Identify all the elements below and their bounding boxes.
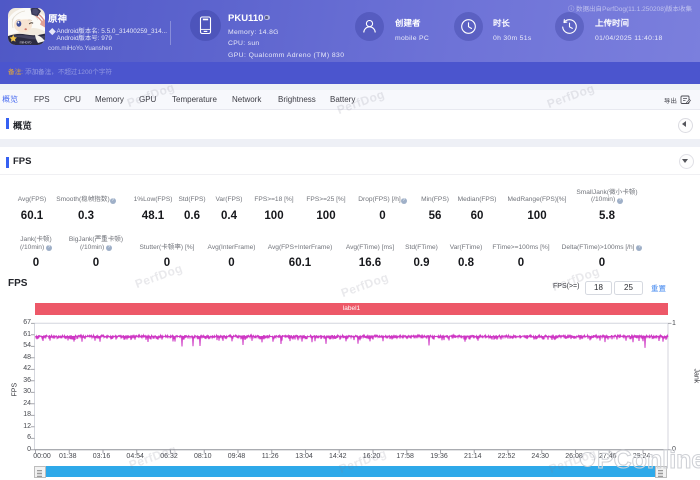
svg-text:miHoYo: miHoYo bbox=[20, 41, 32, 45]
